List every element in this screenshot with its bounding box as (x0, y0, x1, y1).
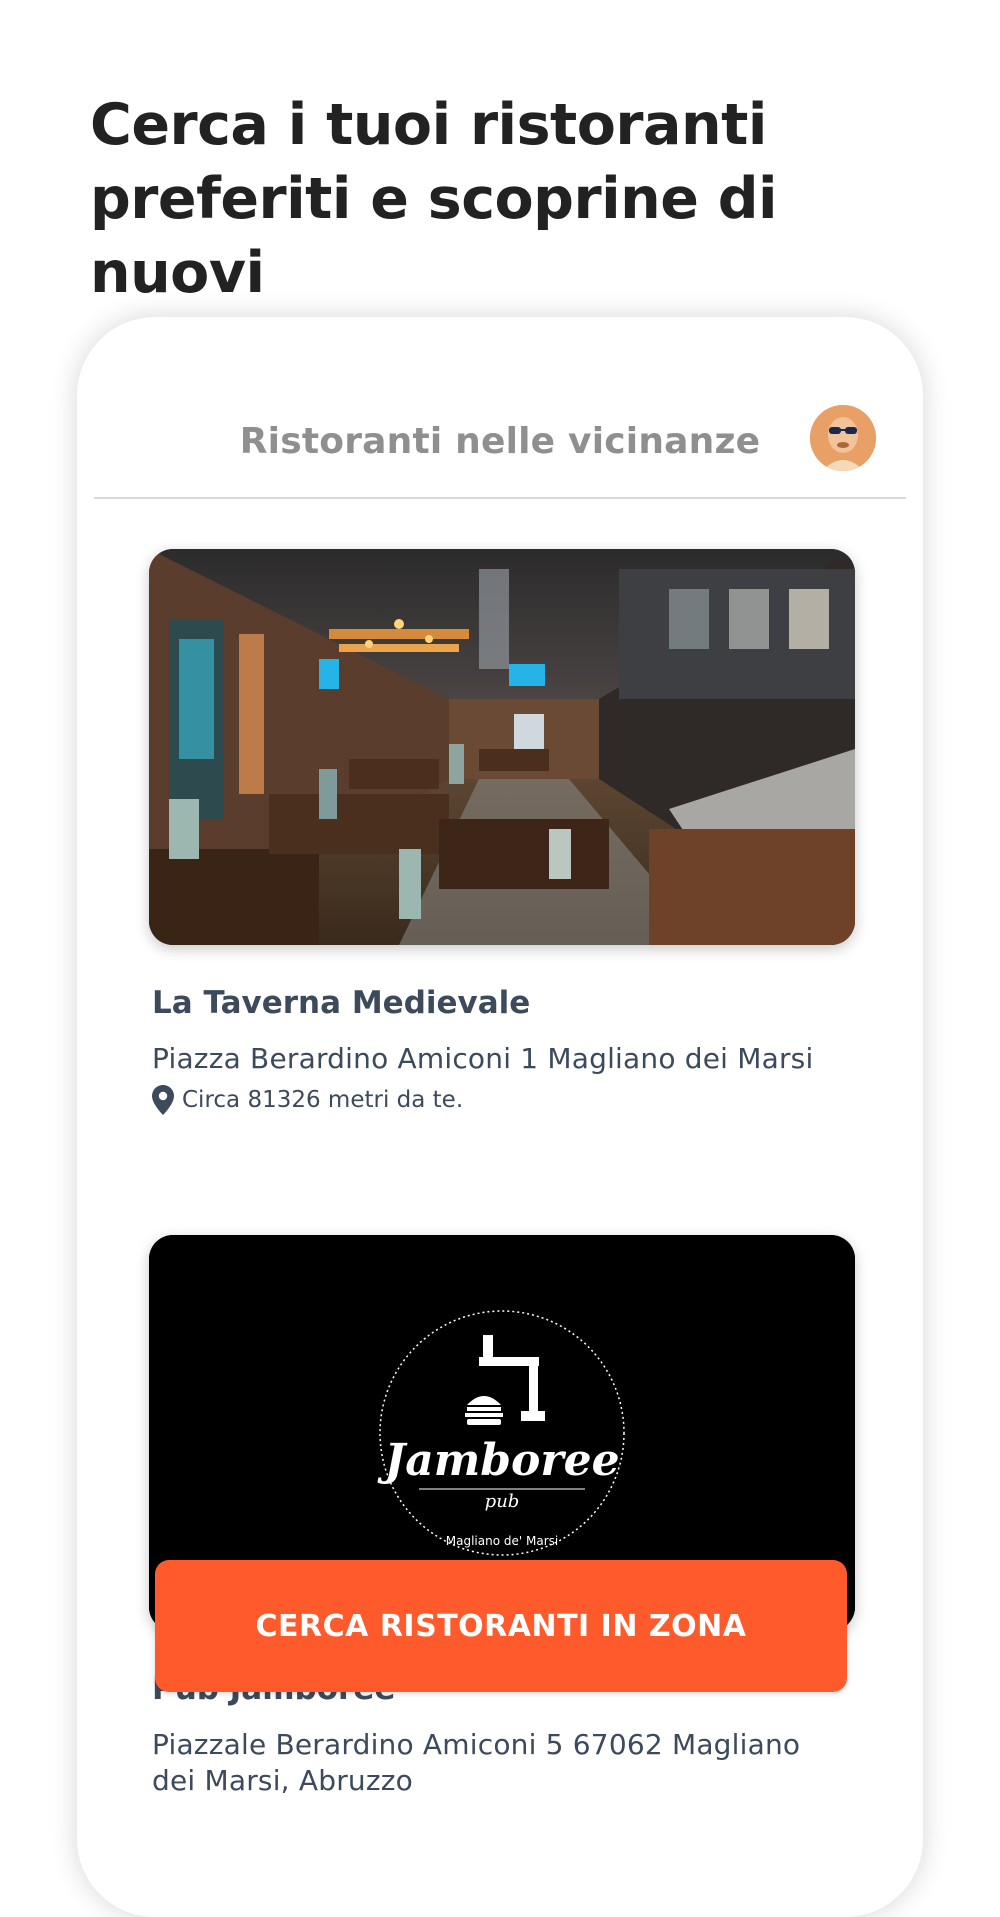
restaurant-distance: Circa 81326 metri da te. (152, 1085, 855, 1115)
app-title: Ristoranti nelle vicinanze (239, 421, 761, 462)
address-line-2: dei Marsi, Abruzzo (152, 1764, 413, 1797)
restaurant-card[interactable]: La Taverna Medievale Piazza Berardino Am… (149, 549, 855, 1115)
restaurant-interior-image (149, 549, 855, 945)
headline: Cerca i tuoi ristoranti preferiti e scop… (90, 88, 950, 310)
location-pin-icon (152, 1085, 174, 1115)
restaurant-photo[interactable] (149, 549, 855, 945)
app-header: Ristoranti nelle vicinanze (94, 317, 906, 499)
logo-place: Magliano de' Marsi (446, 1534, 558, 1548)
restaurant-card[interactable]: Jamboree pub Magliano de' Marsi Pub Jamb… (149, 1235, 855, 1799)
user-avatar-icon (810, 405, 876, 471)
logo-wordmark: Jamboree (377, 1435, 619, 1486)
address-line-1: Piazzale Berardino Amiconi 5 67062 Magli… (152, 1728, 801, 1761)
restaurant-name[interactable]: La Taverna Medievale (152, 985, 855, 1021)
headline-line-1: Cerca i tuoi ristoranti (90, 92, 767, 158)
headline-line-2: preferiti e scoprine di nuovi (90, 166, 778, 306)
search-nearby-button[interactable]: CERCA RISTORANTI IN ZONA (155, 1560, 847, 1692)
restaurant-address: Piazzale Berardino Amiconi 5 67062 Magli… (152, 1727, 855, 1799)
avatar[interactable] (810, 405, 876, 471)
restaurant-address: Piazza Berardino Amiconi 1 Magliano dei … (152, 1042, 814, 1075)
distance-text: Circa 81326 metri da te. (182, 1087, 464, 1113)
logo-sub: pub (485, 1491, 520, 1512)
